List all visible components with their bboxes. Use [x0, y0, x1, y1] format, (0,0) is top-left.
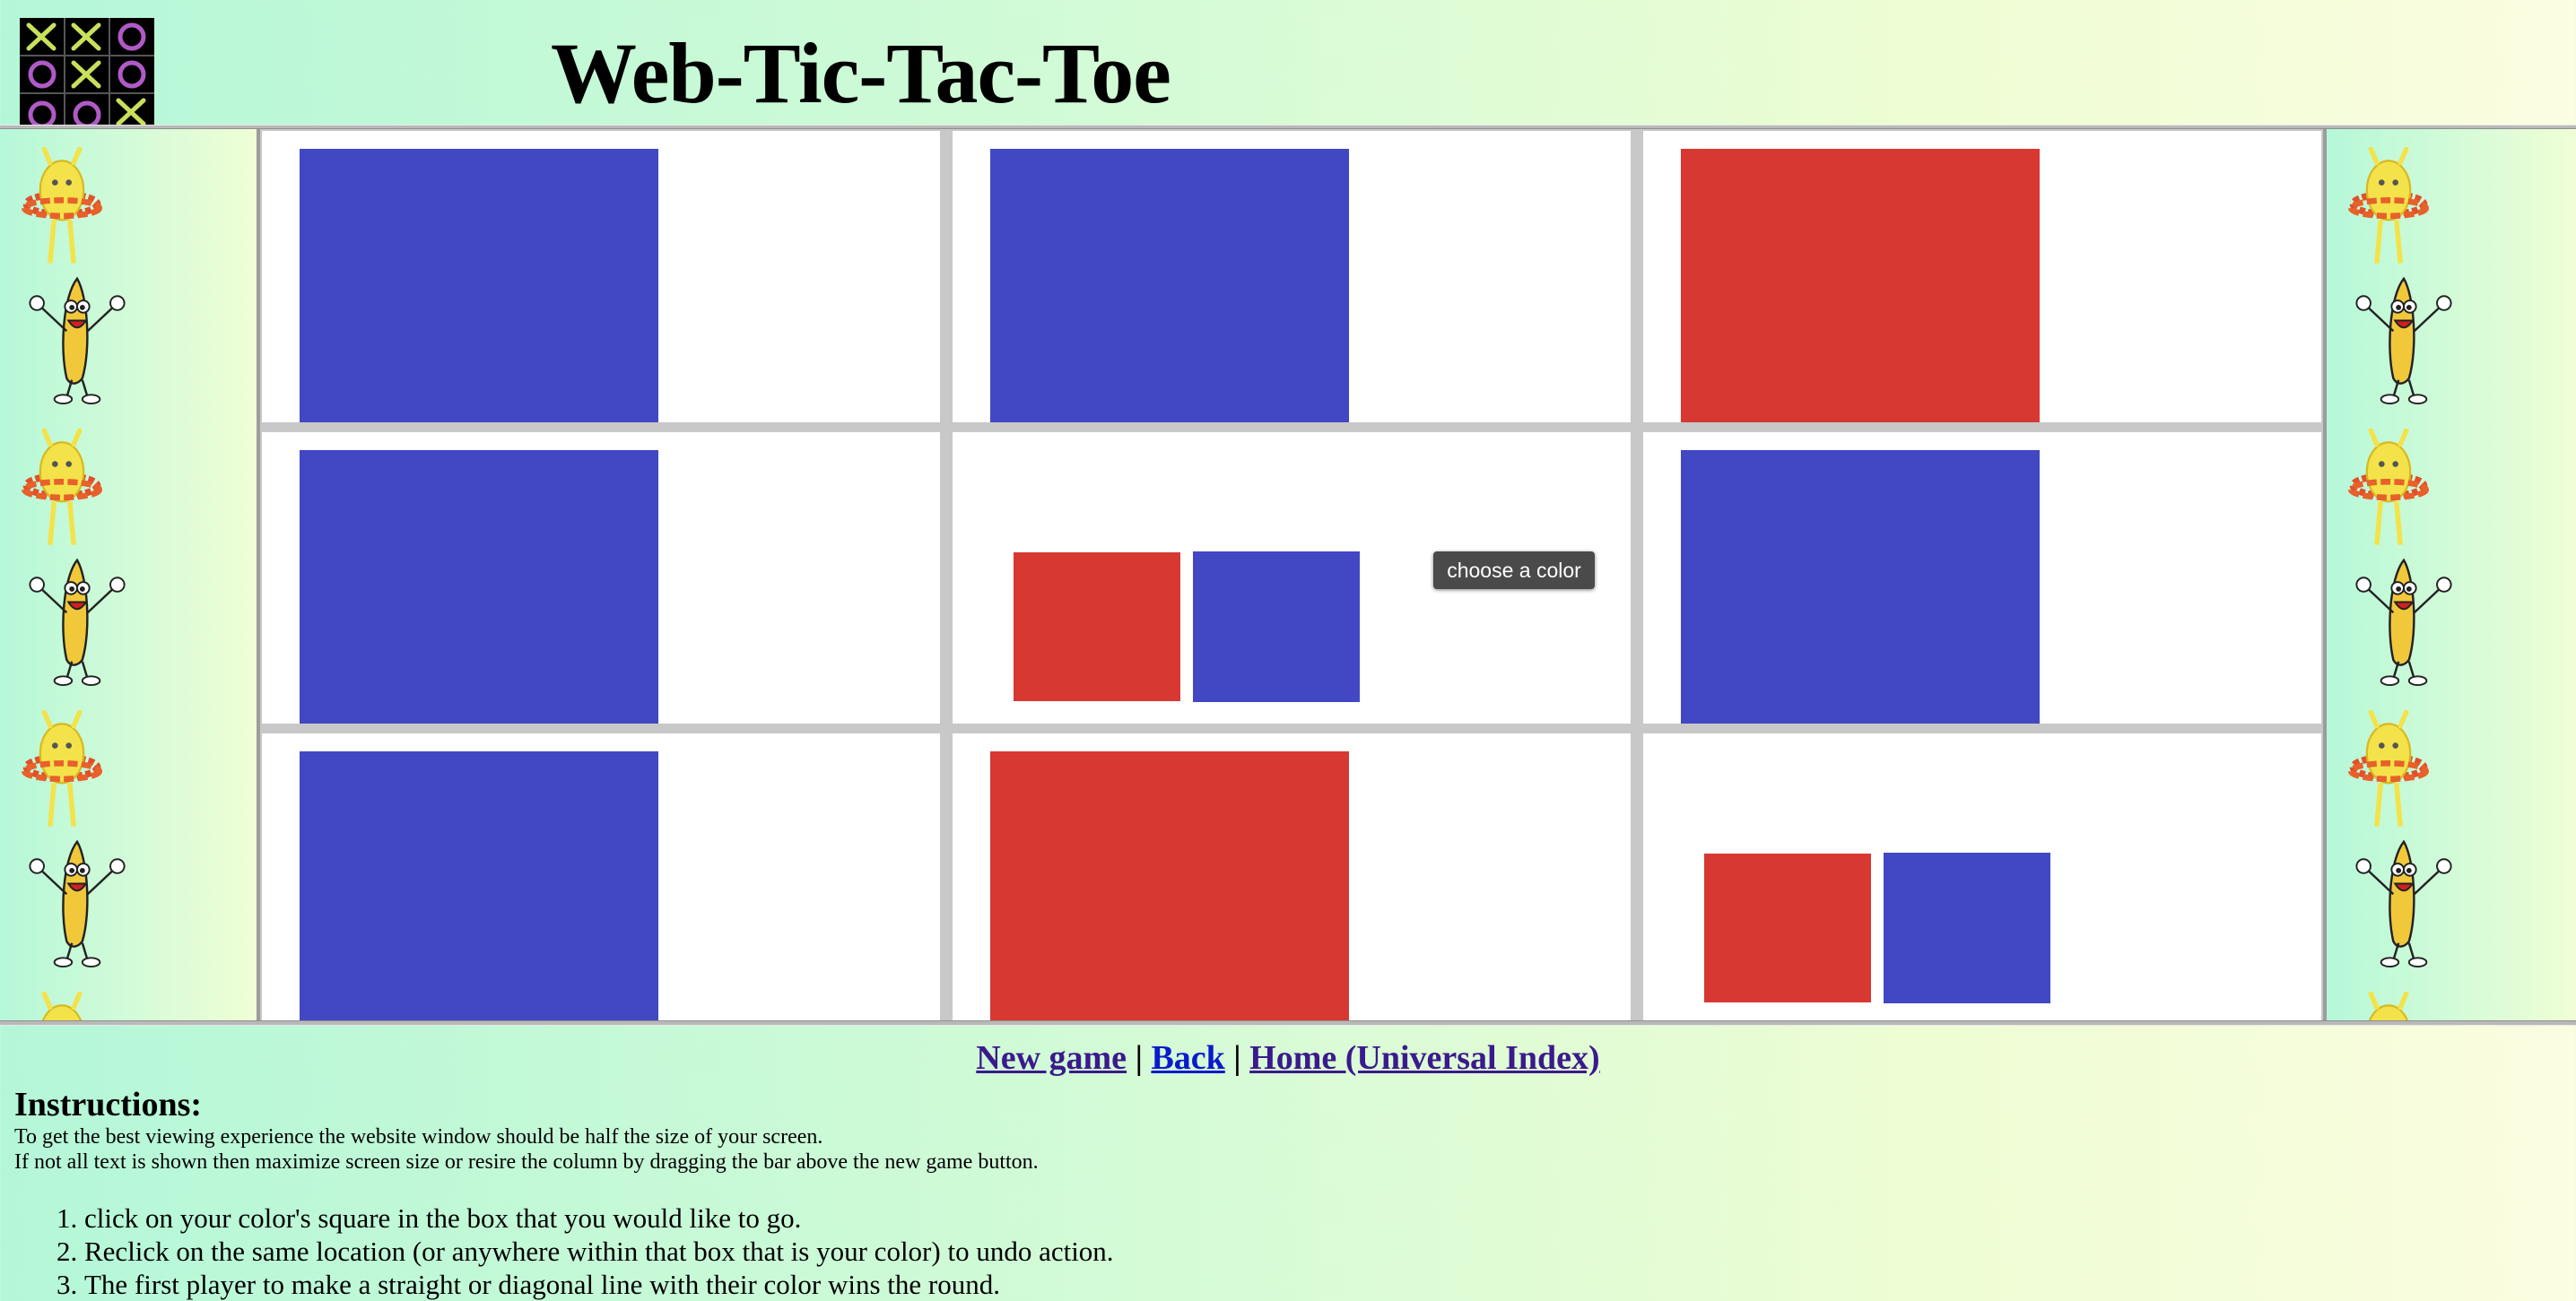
hula-hoop-chick-icon	[13, 992, 111, 1020]
right-column-border[interactable]	[2323, 129, 2327, 1020]
nav-separator: |	[1135, 1039, 1143, 1077]
blue-mark[interactable]	[990, 149, 1349, 422]
instructions-title: Instructions:	[14, 1086, 203, 1123]
tic-tac-toe-logo-icon	[20, 18, 154, 126]
blue-mark[interactable]	[300, 450, 658, 724]
dancing-banana-icon	[2355, 840, 2452, 968]
choose-blue-button[interactable]	[1193, 551, 1360, 702]
dancing-banana-icon	[29, 277, 126, 405]
board-cell[interactable]	[953, 733, 1631, 1022]
blue-mark[interactable]	[1681, 450, 2040, 724]
choose-red-button[interactable]	[1014, 552, 1180, 701]
dancing-banana-icon	[29, 559, 126, 687]
page-title: Web-Tic-Tac-Toe	[551, 25, 1171, 121]
instructions-note: If not all text is shown then maximize s…	[14, 1150, 1039, 1174]
hula-hoop-chick-icon	[13, 710, 111, 830]
home-link[interactable]: Home (Universal Index)	[1249, 1039, 1600, 1077]
choose-blue-button[interactable]	[1884, 853, 2050, 1003]
new-game-link[interactable]: New game	[976, 1039, 1127, 1077]
hula-hoop-chick-icon	[13, 429, 111, 549]
right-mascot-column	[2327, 129, 2576, 1020]
choose-red-button[interactable]	[1704, 854, 1871, 1002]
game-board	[260, 129, 2323, 1022]
left-mascot-column	[0, 129, 257, 1020]
board-cell[interactable]	[1643, 733, 2321, 1022]
dancing-banana-icon	[2355, 277, 2452, 405]
board-cell[interactable]	[262, 432, 940, 724]
header: Web-Tic-Tac-Toe	[0, 0, 2576, 127]
hula-hoop-chick-icon	[2339, 147, 2438, 267]
nav-separator: |	[1233, 1039, 1241, 1077]
instructions-steps: click on your color's square in the box …	[14, 1201, 1114, 1301]
board-cell[interactable]	[1643, 131, 2321, 422]
resize-bar[interactable]	[0, 1020, 2576, 1026]
blue-mark[interactable]	[300, 751, 658, 1022]
instructions-note: To get the best viewing experience the w…	[14, 1125, 823, 1149]
red-mark[interactable]	[990, 751, 1349, 1022]
dancing-banana-icon	[29, 840, 126, 968]
hula-hoop-chick-icon	[2339, 429, 2438, 549]
nav-links: New game | Back | Home (Universal Index)	[0, 1038, 2576, 1078]
board-cell[interactable]	[262, 733, 940, 1022]
instruction-step: click on your color's square in the box …	[84, 1201, 1114, 1235]
dancing-banana-icon	[2355, 559, 2452, 687]
color-tooltip: choose a color	[1433, 551, 1595, 589]
board-cell[interactable]	[1643, 432, 2321, 724]
board-cell[interactable]	[953, 131, 1631, 422]
red-mark[interactable]	[1681, 149, 2040, 422]
blue-mark[interactable]	[300, 149, 658, 422]
board-cell[interactable]	[262, 131, 940, 422]
back-link[interactable]: Back	[1151, 1039, 1224, 1077]
instruction-step: The first player to make a straight or d…	[84, 1268, 1114, 1301]
hula-hoop-chick-icon	[2339, 992, 2438, 1020]
hula-hoop-chick-icon	[2339, 710, 2438, 830]
hula-hoop-chick-icon	[13, 147, 111, 267]
instruction-step: Reclick on the same location (or anywher…	[84, 1235, 1114, 1268]
